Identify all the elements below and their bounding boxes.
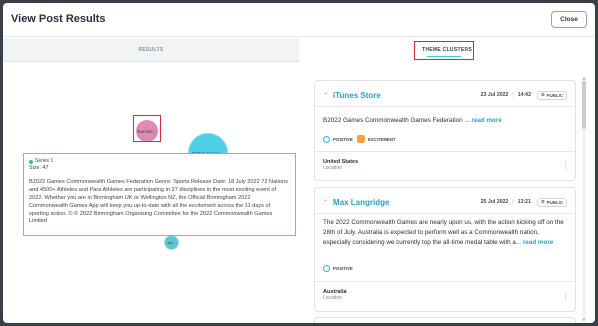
modal-title: View Post Results: [11, 13, 106, 25]
post-date: 23 Jul 2022: [480, 92, 509, 98]
tag-label: EXCITEMENT: [367, 136, 396, 142]
post-source[interactable]: iTunes Store: [333, 91, 381, 100]
post-tags: POSITIVE: [323, 265, 353, 272]
post-text-body: B2022 Games Commonwealth Games Federatio…: [323, 117, 470, 124]
post-card-header: ⌃ Max Langridge 25 Jul 2022 | 13:21 ⊘ PU…: [323, 195, 567, 209]
read-more-link[interactable]: read more: [471, 117, 501, 124]
tooltip-series-label: Series 1: [35, 158, 54, 164]
cluster-bubble-label: Ind...: [167, 240, 176, 245]
tag-label: POSITIVE: [333, 266, 353, 271]
post-card: ⌃ iTunes Store 23 Jul 2022 | 14:42 ⊘ PUB…: [314, 80, 576, 181]
close-button[interactable]: Close: [551, 11, 587, 28]
tooltip-text: B2022 Games Commonwealth Games Federatio…: [29, 178, 289, 225]
cluster-bubble-ind[interactable]: Ind...: [165, 236, 178, 249]
series-dot-icon: [29, 159, 33, 164]
tooltip-series: Series 1: [29, 158, 290, 165]
tooltip-size: Size: 47: [29, 165, 49, 172]
tag-label: POSITIVE: [333, 136, 353, 142]
divider: |: [512, 92, 514, 98]
divider: [315, 106, 575, 107]
excitement-icon: [356, 135, 365, 143]
more-options-icon[interactable]: · · ·: [565, 290, 567, 303]
modal-header: View Post Results Close: [3, 3, 595, 37]
location-label: Location: [323, 165, 342, 171]
visibility-badge: ⊘ PUBLIC: [536, 90, 567, 100]
post-source[interactable]: Max Langridge: [333, 198, 389, 207]
visibility-label: PUBLIC: [546, 92, 563, 98]
post-time: 13:21: [517, 199, 531, 205]
smile-icon: [323, 265, 330, 272]
divider: [315, 213, 575, 214]
divider: [315, 151, 575, 152]
post-list: ⌃ iTunes Store 23 Jul 2022 | 14:42 ⊘ PUB…: [314, 80, 576, 323]
tab-results[interactable]: RESULTS: [3, 38, 299, 62]
post-location: United States Location: [323, 159, 358, 171]
post-location: Australia Location: [323, 289, 347, 301]
scrollbar[interactable]: ▲ ▼: [582, 76, 586, 322]
post-card: ⌃ Max Langridge 25 Jul 2022 | 13:21 ⊘ PU…: [314, 187, 576, 312]
smile-icon: [323, 135, 330, 143]
scrollbar-thumb[interactable]: [582, 81, 586, 129]
collapse-icon[interactable]: ⌃: [323, 92, 333, 99]
tag-icon: ⊘: [540, 199, 545, 204]
post-text: B2022 Games Commonwealth Games Federatio…: [323, 116, 567, 126]
post-card: [314, 317, 576, 323]
tab-theme-clusters[interactable]: THEME CLUSTERS: [299, 38, 595, 62]
divider: [315, 281, 575, 282]
theme-cluster-chart: B2022 Comm... Eurovis... Ind... Series 1…: [3, 62, 301, 323]
highlight-box: [133, 115, 161, 142]
view-post-results-modal: View Post Results Close RESULTS THEME CL…: [3, 3, 595, 323]
tag-icon: ⊘: [540, 92, 545, 97]
post-card-header: ⌃ iTunes Store 23 Jul 2022 | 14:42 ⊘ PUB…: [323, 88, 567, 102]
divider: |: [512, 199, 514, 205]
active-tab-underline: [427, 56, 461, 58]
location-label: Location: [323, 295, 342, 301]
tag-positive: POSITIVE: [323, 265, 353, 272]
tab-results-label: RESULTS: [138, 46, 164, 53]
post-text: The 2022 Commonwealth Games are nearly u…: [323, 218, 567, 248]
tab-theme-clusters-label: THEME CLUSTERS: [421, 47, 473, 53]
post-tags: POSITIVE EXCITEMENT: [323, 135, 396, 143]
tag-positive: POSITIVE: [323, 135, 353, 143]
tag-excitement: EXCITEMENT: [356, 135, 396, 143]
read-more-link[interactable]: read more: [523, 239, 553, 246]
collapse-icon[interactable]: ⌃: [323, 199, 333, 206]
visibility-label: PUBLIC: [546, 199, 563, 205]
post-time: 14:42: [517, 92, 531, 98]
visibility-badge: ⊘ PUBLIC: [536, 197, 567, 207]
post-date: 25 Jul 2022: [480, 199, 509, 205]
tab-bar: RESULTS THEME CLUSTERS: [3, 38, 595, 62]
more-options-icon[interactable]: · · ·: [565, 159, 567, 172]
scroll-down-icon[interactable]: ▼: [582, 317, 586, 322]
chart-tooltip: Series 1 Size: 47 B2022 Games Commonweal…: [23, 153, 296, 236]
